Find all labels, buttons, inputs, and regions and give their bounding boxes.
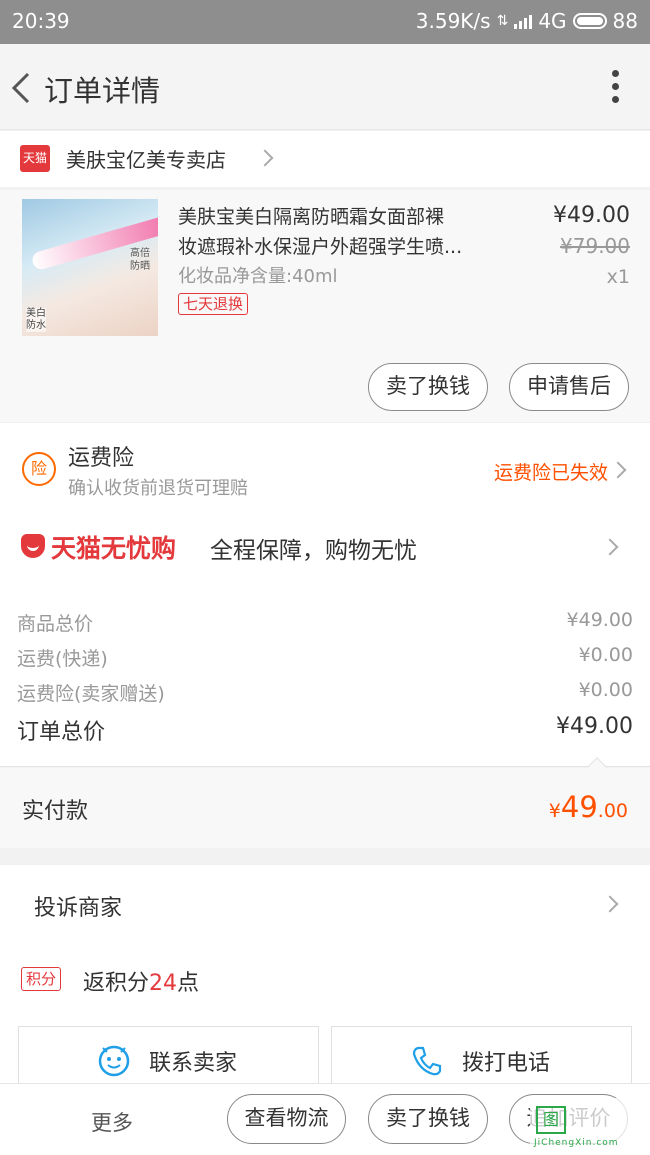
original-price: ¥79.00 [560,234,630,258]
chevron-right-icon [256,149,274,167]
tmall-cat-icon [21,534,45,558]
site-watermark: 图 JiChengXin.com [530,1098,650,1148]
chevron-right-icon [609,461,627,479]
summary-value: ¥49.00 [566,609,633,631]
chevron-right-icon [601,538,619,556]
image-caption-1: 高倍 防晒 [130,248,150,272]
points-badge: 积分 [21,967,62,991]
more-options-icon[interactable] [610,70,620,106]
sell-for-cash-button[interactable]: 卖了换钱 [368,1094,488,1144]
chevron-right-icon [601,895,619,913]
product-quantity: x1 [606,266,630,288]
product-title-line-2: 妆遮瑕补水保湿户外超强学生喷... [178,236,463,258]
product-price: ¥49.00 [553,203,630,228]
after-sale-button[interactable]: 申请售后 [509,363,629,411]
insurance-icon: 险 [22,452,56,486]
sell-button[interactable]: 卖了换钱 [368,363,488,411]
summary-label: 运费险(卖家赠送) [17,683,165,705]
guarantee-brand: 天猫无忧购 [51,534,177,563]
watermark-site-text: JiChengXin.com [534,1138,619,1148]
order-total-label: 订单总价 [17,720,106,745]
product-title: 美肤宝美白隔离防晒霜女面部裸 妆遮瑕补水保湿户外超强学生喷... [178,202,518,262]
back-arrow-icon[interactable] [8,68,38,108]
summary-label: 商品总价 [17,613,94,635]
status-bar: 20:39 3.59K/s ⇅ 4G 88 [0,0,650,44]
page-title: 订单详情 [44,74,161,108]
contact-seller-button[interactable]: 联系卖家 [18,1026,319,1088]
paid-amount-integer: 49 [560,790,598,824]
summary-row: 运费(快递) ¥0.00 [17,644,633,671]
paid-amount: ¥49.00 [549,790,628,824]
bottom-action-bar: 更多 查看物流 卖了换钱 追加评价 图 JiChengXin.com [0,1083,650,1155]
actual-payment-row: 实付款 ¥49.00 [0,757,650,848]
battery-level: 88 [612,9,638,33]
call-phone-button[interactable]: 拨打电话 [331,1026,632,1088]
battery-icon [572,13,607,29]
signal-icon [514,13,533,29]
store-name: 美肤宝亿美专卖店 [66,148,226,172]
worry-free-guarantee-row[interactable]: 天猫无忧购 全程保障，购物无忧 [0,512,650,582]
network-speed: 3.59K/s [415,9,491,33]
data-arrows-icon: ⇅ [496,13,509,29]
summary-row: 运费险(卖家赠送) ¥0.00 [17,679,633,706]
points-section: 积分 返积分24点 联系卖家 拨打电话 [0,943,650,1088]
paid-currency: ¥ [548,800,561,822]
network-type: 4G [538,9,567,33]
view-logistics-button[interactable]: 查看物流 [227,1094,346,1144]
watermark-logo-icon: 图 [536,1106,566,1134]
points-suffix: 点 [177,971,200,996]
insurance-subtitle: 确认收货前退货可理赔 [68,478,248,499]
price-summary: 商品总价 ¥49.00 运费(快递) ¥0.00 运费险(卖家赠送) ¥0.00… [0,582,650,767]
insurance-status: 运费险已失效 [493,462,608,484]
tmall-logo-icon: 天猫 [20,145,50,172]
order-total-value: ¥49.00 [556,714,633,739]
insurance-title: 运费险 [68,446,135,471]
product-image[interactable]: 高倍 防晒 美白 防水 [22,199,158,336]
paid-label: 实付款 [22,799,89,824]
return-policy-badge: 七天退换 [178,293,249,315]
status-time: 20:39 [12,9,70,33]
paid-amount-decimal: .00 [597,800,628,822]
product-title-line-1: 美肤宝美白隔离防晒霜女面部裸 [178,206,445,228]
product-spec: 化妆品净含量:40ml [178,266,338,287]
order-total-row: 订单总价 ¥49.00 [17,714,633,746]
points-value: 24 [149,971,178,996]
phone-icon [412,1046,442,1076]
points-prefix: 返积分 [83,971,150,996]
complaint-label: 投诉商家 [34,896,123,921]
more-actions-link[interactable]: 更多 [91,1107,133,1137]
guarantee-text: 全程保障，购物无忧 [210,538,417,564]
summary-value: ¥0.00 [578,644,633,666]
shipping-insurance-row[interactable]: 险 运费险 确认收货前退货可理赔 运费险已失效 [0,422,650,512]
complain-merchant-row[interactable]: 投诉商家 [0,865,650,943]
points-text: 返积分24点 [83,965,199,997]
store-row[interactable]: 天猫 美肤宝亿美专卖店 [0,131,650,187]
contact-seller-label: 联系卖家 [149,1051,238,1076]
chat-bubble-icon [98,1045,130,1077]
summary-label: 运费(快递) [17,648,108,670]
product-card[interactable]: 高倍 防晒 美白 防水 美肤宝美白隔离防晒霜女面部裸 妆遮瑕补水保湿户外超强学生… [0,190,650,422]
summary-value: ¥0.00 [578,679,633,701]
summary-row: 商品总价 ¥49.00 [17,609,633,636]
top-nav-bar: 订单详情 [0,44,650,130]
image-caption-2: 美白 防水 [26,308,46,332]
call-phone-label: 拨打电话 [462,1051,551,1076]
